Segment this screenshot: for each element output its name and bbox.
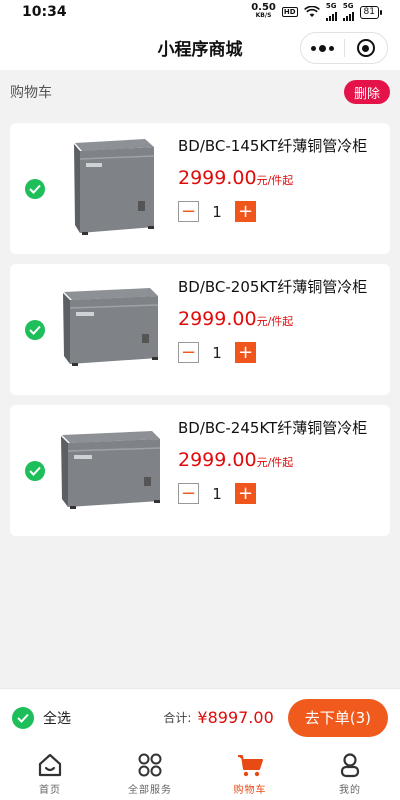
- cart-header: 购物车 删除: [0, 72, 400, 112]
- item-price-line: 2999.00元/件起: [178, 449, 293, 471]
- network-gen-2: 5G: [342, 2, 354, 10]
- cart-item: BD/BC-245KT纤薄铜管冷柜 2999.00元/件起 − 1 +: [10, 405, 390, 536]
- quantity-stepper: − 1 +: [178, 342, 256, 363]
- tab-label: 全部服务: [128, 785, 172, 796]
- nav-bar: 小程序商城: [0, 24, 400, 70]
- checkmark-icon: [17, 713, 29, 723]
- network-speed: 0.50 KB/S: [251, 2, 276, 20]
- item-title[interactable]: BD/BC-145KT纤薄铜管冷柜: [178, 135, 367, 156]
- close-miniprogram-button[interactable]: [345, 39, 388, 57]
- network-gen-1: 5G: [325, 2, 337, 10]
- status-time: 10:34: [22, 4, 67, 20]
- item-title[interactable]: BD/BC-245KT纤薄铜管冷柜: [178, 417, 367, 438]
- checkout-button[interactable]: 去下单(3): [287, 698, 388, 737]
- cart-item-list: BD/BC-145KT纤薄铜管冷柜 2999.00元/件起 − 1 + BD/B…: [10, 123, 390, 546]
- signal-bars-1-icon: [325, 10, 337, 21]
- page-title: 小程序商城: [157, 39, 243, 60]
- checkmark-icon: [29, 184, 41, 194]
- item-check-icon[interactable]: [25, 320, 45, 340]
- item-price-unit: 元/件起: [256, 315, 294, 328]
- cart-icon: [238, 755, 263, 777]
- hd-icon: HD: [281, 7, 298, 17]
- checkmark-icon: [29, 466, 41, 476]
- signal-bars-2-icon: [342, 10, 354, 21]
- grid-icon: [138, 753, 162, 777]
- chest-freezer-image[interactable]: [50, 270, 170, 388]
- cart-item: BD/BC-205KT纤薄铜管冷柜 2999.00元/件起 − 1 +: [10, 264, 390, 395]
- item-price: 2999.00: [178, 449, 257, 471]
- quantity-value[interactable]: 1: [199, 203, 235, 221]
- item-price: 2999.00: [178, 308, 257, 330]
- tab-cart[interactable]: 购物车: [200, 746, 300, 800]
- tab-label: 首页: [39, 785, 61, 796]
- battery-tip: [380, 9, 382, 15]
- decrease-quantity-button[interactable]: −: [178, 342, 199, 363]
- tab-home[interactable]: 首页: [0, 746, 100, 800]
- item-price-unit: 元/件起: [256, 456, 294, 469]
- status-bar: 10:34 0.50 KB/S HD 5G 5G 81: [0, 0, 400, 24]
- signal-2: 5G: [342, 2, 354, 21]
- more-menu-button[interactable]: [301, 44, 344, 52]
- battery-level: 81: [359, 5, 379, 19]
- item-title[interactable]: BD/BC-205KT纤薄铜管冷柜: [178, 276, 367, 297]
- target-dot: [362, 44, 370, 52]
- chest-freezer-image[interactable]: [50, 411, 170, 529]
- quantity-value[interactable]: 1: [199, 344, 235, 362]
- more-dot-icon: [328, 45, 334, 51]
- target-icon: [356, 39, 375, 57]
- increase-quantity-button[interactable]: +: [235, 342, 256, 363]
- quantity-value[interactable]: 1: [199, 485, 235, 503]
- cart-item: BD/BC-145KT纤薄铜管冷柜 2999.00元/件起 − 1 +: [10, 123, 390, 254]
- decrease-quantity-button[interactable]: −: [178, 483, 199, 504]
- increase-quantity-button[interactable]: +: [235, 201, 256, 222]
- wifi-icon: [303, 6, 320, 17]
- increase-quantity-button[interactable]: +: [235, 483, 256, 504]
- user-icon: [340, 753, 360, 778]
- checkmark-icon: [29, 325, 41, 335]
- network-speed-unit: KB/S: [255, 12, 272, 19]
- more-dot-icon: [310, 45, 316, 51]
- home-icon: [38, 753, 62, 777]
- network-speed-value: 0.50: [251, 2, 276, 13]
- select-all-check-icon[interactable]: [12, 706, 34, 729]
- more-dot-icon: [318, 44, 326, 52]
- item-price-line: 2999.00元/件起: [178, 167, 293, 189]
- total-amount: ¥8997.00: [197, 708, 274, 727]
- item-check-icon[interactable]: [25, 179, 45, 199]
- item-price: 2999.00: [178, 167, 257, 189]
- tab-bar: 首页 全部服务 购物车 我的: [0, 746, 400, 800]
- total-label: 合计:: [163, 711, 192, 725]
- delete-button[interactable]: 删除: [343, 80, 390, 104]
- quantity-stepper: − 1 +: [178, 201, 256, 222]
- tab-mine[interactable]: 我的: [300, 746, 400, 800]
- item-check-icon[interactable]: [25, 461, 45, 481]
- status-indicators: 0.50 KB/S HD 5G 5G 81: [251, 3, 382, 21]
- quantity-stepper: − 1 +: [178, 483, 256, 504]
- decrease-quantity-button[interactable]: −: [178, 201, 199, 222]
- tab-all-services[interactable]: 全部服务: [100, 746, 200, 800]
- battery-icon: 81: [359, 5, 382, 19]
- cart-label: 购物车: [10, 85, 52, 101]
- tab-label: 我的: [339, 785, 361, 796]
- miniprogram-capsule: [300, 32, 388, 64]
- item-price-line: 2999.00元/件起: [178, 308, 293, 330]
- select-all-label[interactable]: 全选: [43, 708, 71, 728]
- item-price-unit: 元/件起: [256, 174, 294, 187]
- chest-freezer-image[interactable]: [50, 129, 170, 247]
- checkout-bar: 全选 合计: ¥8997.00 去下单(3): [0, 688, 400, 746]
- signal-1: 5G: [325, 2, 337, 21]
- tab-label: 购物车: [233, 785, 267, 796]
